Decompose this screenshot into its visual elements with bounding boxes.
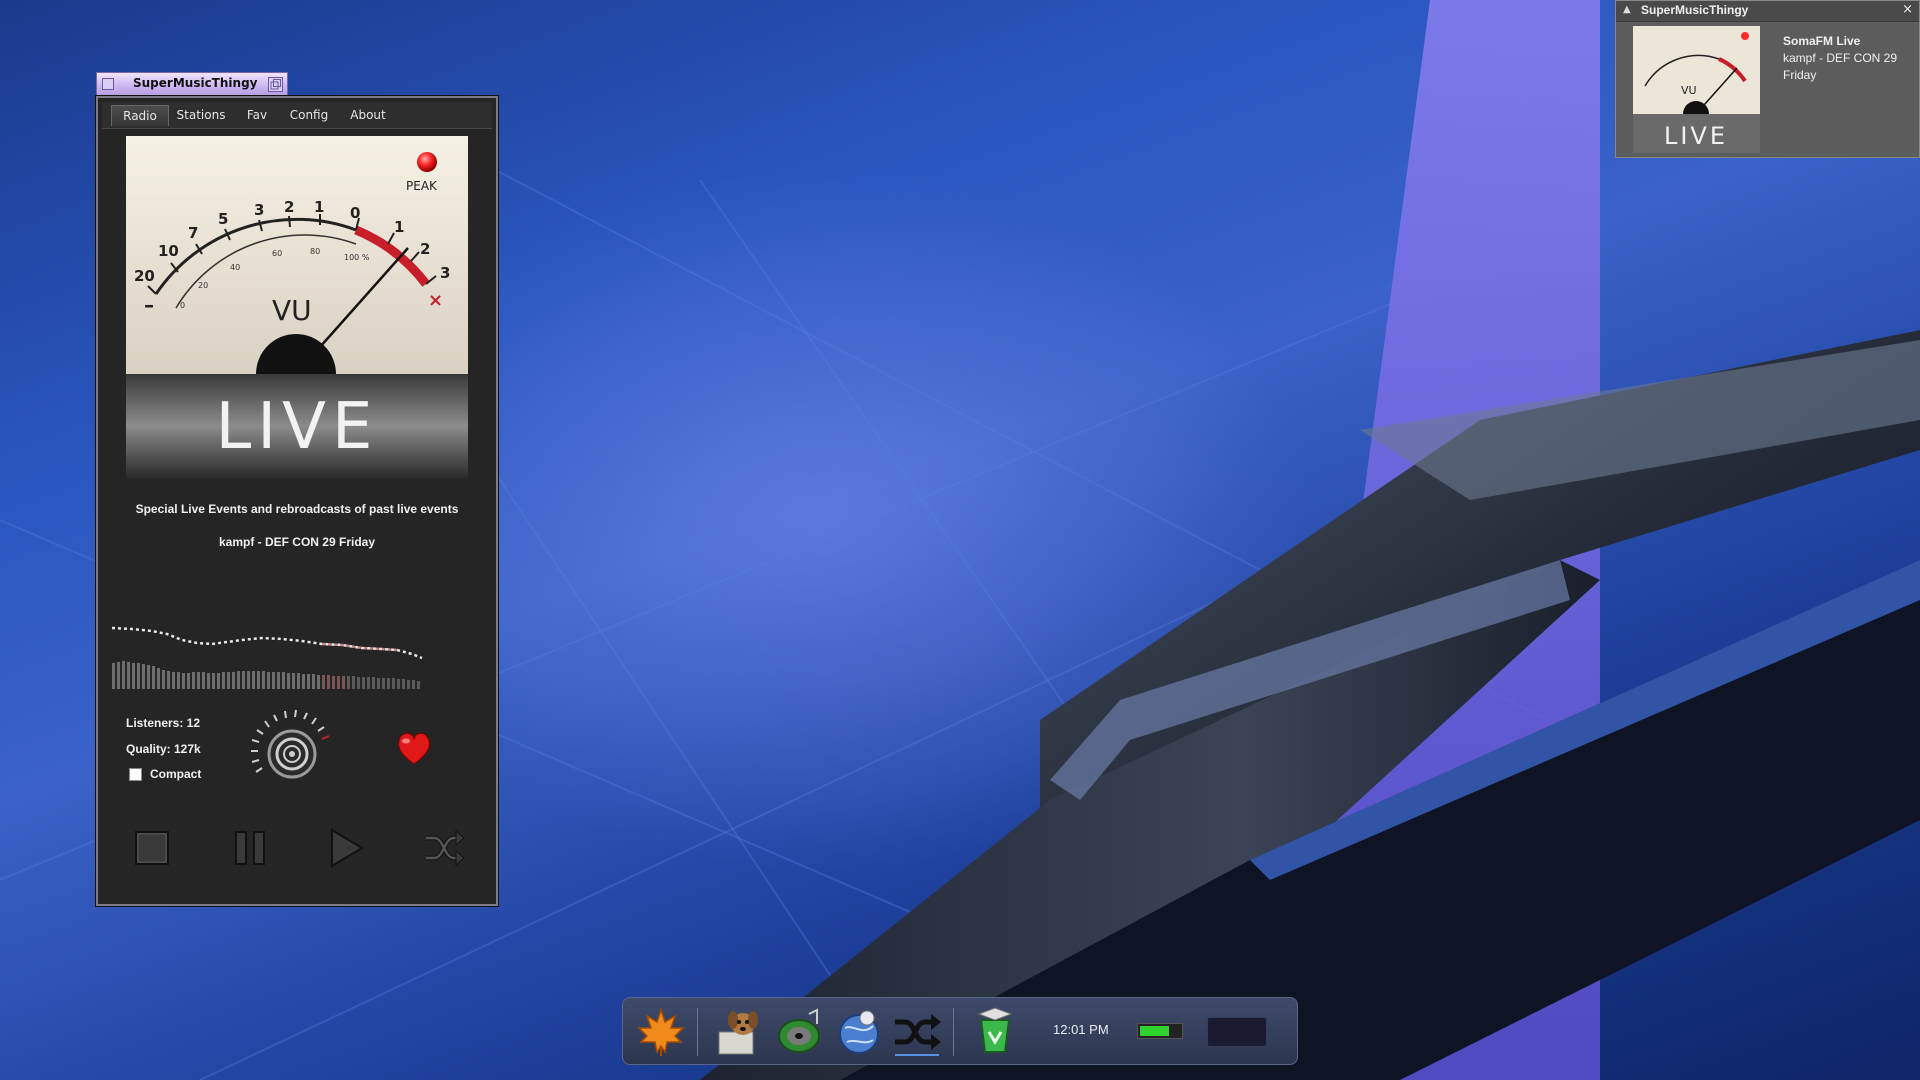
vu-label-plus3: 3: [440, 264, 450, 282]
live-banner: LIVE: [216, 390, 379, 464]
vu-label-10: 10: [158, 242, 179, 260]
vu-label-5: 5: [218, 210, 228, 228]
vu-percent-100: 100 %: [344, 253, 370, 262]
window-titlebar[interactable]: SuperMusicThingy: [96, 72, 288, 96]
tab-bar: Radio Stations Fav Config About: [102, 102, 492, 129]
maple-leaf-icon[interactable]: [635, 1006, 687, 1058]
vu-label: VU: [272, 294, 312, 327]
window-menu-button[interactable]: [102, 78, 114, 90]
tab-config[interactable]: Config: [282, 105, 336, 126]
vu-percent-20: 20: [198, 281, 208, 290]
vu-label-1: 1: [314, 198, 324, 216]
vu-percent-0: 0: [180, 301, 185, 310]
vu-minus-sign: –: [144, 293, 154, 317]
battery-level-fill: [1140, 1026, 1169, 1036]
notification-header: ▲ SuperMusicThingy ×: [1616, 1, 1919, 22]
shuffle-button[interactable]: [422, 826, 466, 870]
notification-live-banner: LIVE: [1664, 122, 1728, 150]
stop-button[interactable]: [130, 826, 174, 870]
shuffle-icon[interactable]: [891, 1006, 943, 1058]
vu-percent-60: 60: [272, 249, 282, 258]
vu-label-plus2: 2: [420, 240, 430, 258]
vu-percent-80: 80: [310, 247, 320, 256]
notification-vu-label: VU: [1681, 84, 1697, 97]
restore-window-icon[interactable]: [268, 77, 283, 92]
peak-led-icon: [417, 152, 437, 172]
dock-clock[interactable]: 12:01 PM: [1053, 1022, 1109, 1037]
listeners-count: Listeners: 12: [126, 716, 201, 730]
collapse-icon[interactable]: ▲: [1623, 4, 1631, 15]
notification-track-line2: Friday: [1783, 68, 1817, 82]
tab-fav[interactable]: Fav: [237, 105, 277, 126]
notification-station: SomaFM Live: [1783, 34, 1861, 48]
vu-label-7: 7: [188, 224, 198, 242]
now-playing-track: kampf - DEF CON 29 Friday: [218, 535, 376, 549]
player-window: Radio Stations Fav Config About 20 10 7 …: [96, 96, 498, 906]
stream-quality: Quality: 127k: [126, 742, 201, 756]
peak-label: PEAK: [406, 179, 438, 193]
vu-label-2: 2: [284, 198, 294, 216]
workspace-pager[interactable]: [1207, 1017, 1267, 1047]
dock-separator: [697, 1008, 698, 1056]
vu-label-20: 20: [134, 267, 155, 285]
compact-checkbox[interactable]: [129, 768, 142, 781]
tab-about[interactable]: About: [342, 105, 394, 126]
favorite-heart-icon[interactable]: [394, 728, 434, 768]
compact-label: Compact: [150, 767, 202, 781]
dock-separator: [953, 1008, 954, 1056]
tab-stations[interactable]: Stations: [172, 105, 230, 126]
vu-label-plus1: 1: [394, 218, 404, 236]
station-description: Special Live Events and rebroadcasts of …: [135, 502, 459, 516]
vu-label-3: 3: [254, 201, 264, 219]
station-thumbnail: VU LIVE: [1633, 26, 1760, 153]
dock-panel: 12:01 PM: [622, 997, 1298, 1065]
now-playing-notification[interactable]: ▲ SuperMusicThingy × VU LIVE SomaFM Live…: [1615, 0, 1920, 158]
notification-app-name: SuperMusicThingy: [1641, 3, 1749, 17]
music-disc-icon[interactable]: [773, 1006, 825, 1058]
window-title: SuperMusicThingy: [133, 76, 258, 90]
vu-percent-40: 40: [230, 263, 240, 272]
volume-knob-icon[interactable]: [248, 706, 336, 794]
play-button[interactable]: [324, 826, 368, 870]
vu-label-0: 0: [350, 204, 360, 222]
pause-button[interactable]: [228, 826, 272, 870]
battery-indicator[interactable]: [1137, 1023, 1183, 1039]
recycle-bin-icon[interactable]: [969, 1006, 1021, 1058]
dog-file-manager-icon[interactable]: [713, 1006, 765, 1058]
vu-plus-sign: ×: [428, 290, 443, 311]
notification-track-line1: kampf - DEF CON 29: [1783, 51, 1898, 65]
vu-meter-artwork: 20 10 7 5 3 2 1 0 1 2 3 0 20 40 60 80 10…: [126, 136, 468, 478]
audio-visualizer: [112, 626, 423, 689]
globe-browser-icon[interactable]: [833, 1006, 885, 1058]
tab-radio[interactable]: Radio: [111, 105, 169, 126]
close-notification-button[interactable]: ×: [1902, 2, 1913, 17]
